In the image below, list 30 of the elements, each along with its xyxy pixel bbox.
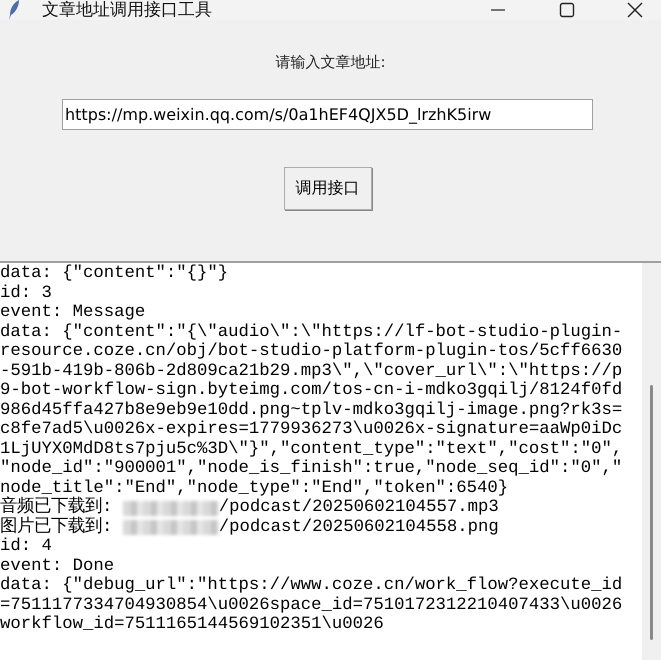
call-button[interactable]: 调用接口 xyxy=(284,167,372,210)
output-line: workflow_id=7511165144569102351\u0026 xyxy=(0,615,384,635)
output-line: "node_id":"900001","node_is_finish":true,"node_seq_id":"0"," xyxy=(0,459,622,479)
output-line: /podcast/20250602104557.mp3 xyxy=(218,498,499,518)
url-field[interactable]: https://mp.weixin.qq.com/s/0a1hEF4QJX5D_lrzhK5irw xyxy=(62,99,593,130)
scrollbar[interactable] xyxy=(642,263,661,660)
output-line: 1LjUYX0MdD8ts7pju5c%3D\"}","content_type":"text","cost":"0", xyxy=(0,440,622,460)
output-line: 986d45ffa427b8e9eb9e10dd.png~tplv-mdko3gqilj-image.png?rk3s= xyxy=(0,400,622,420)
feather-icon xyxy=(8,0,20,20)
output-line: 音频已下载到: xyxy=(0,498,112,518)
maximize-icon[interactable] xyxy=(559,2,575,18)
output-line: event: Done xyxy=(0,556,114,576)
output-line: node_title":"End","node_type":"End","token":6540} xyxy=(0,478,508,498)
output-line: =7511177334704930854\u0026space_id=7510172312210407433\u0026 xyxy=(0,596,622,616)
output-line: 9-bot-workflow-sign.byteimg.com/tos-cn-i-mdko3gqilj/8124f0fd xyxy=(0,381,622,401)
output-line: id: 3 xyxy=(0,284,52,304)
output-line: data: {"debug_url":"https://www.coze.cn/work_flow?execute_id xyxy=(0,576,622,596)
output-line: c8fe7ad5\u0026x-expires=1779936273\u0026x-signature=aaWp0iDc xyxy=(0,420,622,440)
scrollbar-thumb[interactable] xyxy=(650,385,653,640)
window-title: 文章地址调用接口工具 xyxy=(42,0,212,20)
prompt-label: 请输入文章地址: xyxy=(275,53,386,72)
output-line: data: {"content":"{}"} xyxy=(0,264,228,284)
output-line: data: {"content":"{\"audio\":\"https://lf-bot-studio-plugin- xyxy=(0,322,622,342)
output-line: id: 4 xyxy=(0,537,52,557)
output-line: /podcast/20250602104558.png xyxy=(218,518,499,538)
output-line: -591b-419b-806b-2d809ca21b29.mp3\",\"cover_url\":\"https://p xyxy=(0,362,622,382)
close-icon[interactable] xyxy=(627,2,643,18)
output-line: 图片已下载到: xyxy=(0,518,114,538)
output-line: resource.coze.cn/obj/bot-studio-platform-plugin-tos/5cff6630 xyxy=(0,342,622,362)
output-line: event: Message xyxy=(0,303,146,323)
